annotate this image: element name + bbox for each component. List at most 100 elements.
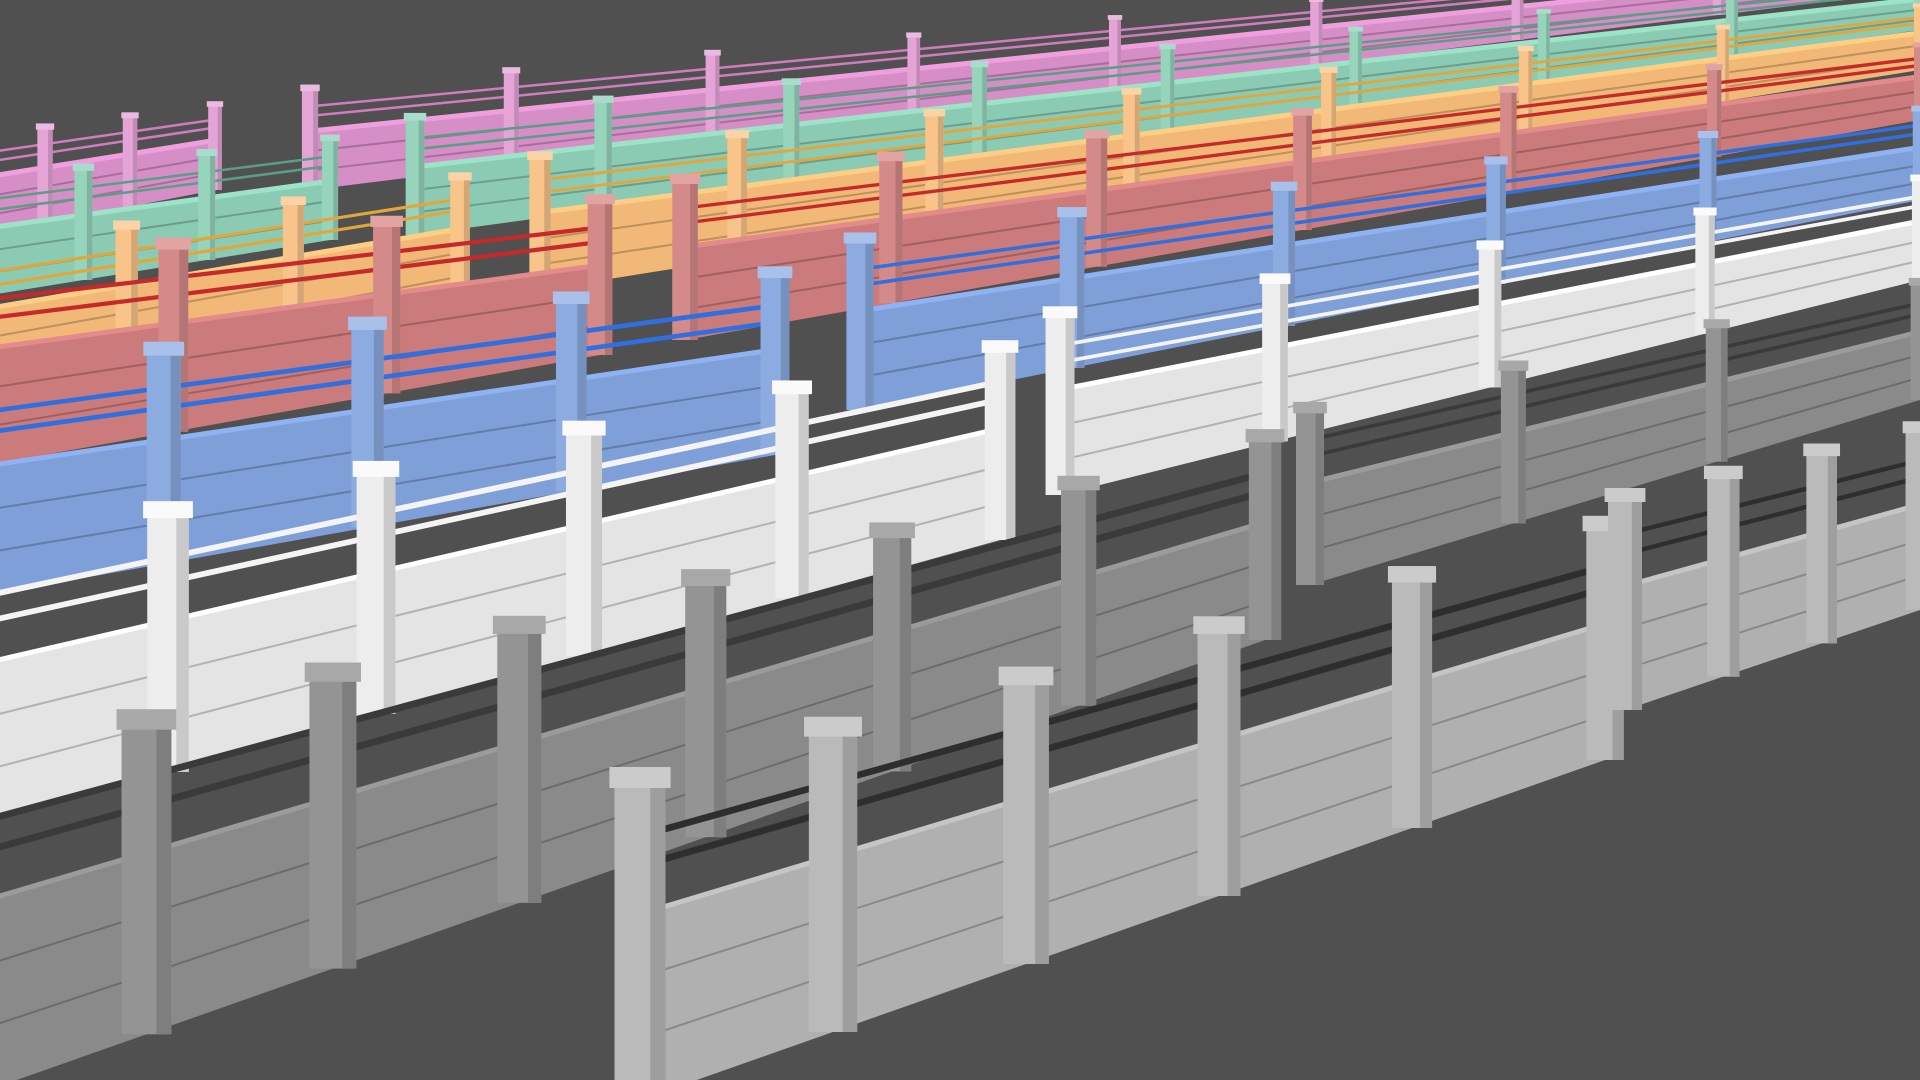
post-cap [1293,401,1327,414]
post-cap [403,112,427,121]
post-cap [502,67,521,74]
post-cap [1259,273,1291,284]
post-cap [843,232,877,244]
post-cap [876,151,905,162]
post-shadow-side [383,472,396,714]
post-cap [1107,15,1123,20]
post-shadow-side [1100,135,1108,267]
post-shadow-side [176,513,189,772]
post-cap [804,716,862,737]
post-cap [492,615,546,634]
post-cap [1057,207,1087,218]
post-cap [1703,319,1730,329]
post-cap [1057,475,1100,491]
post-shadow-side [528,628,542,903]
post-shadow-side [514,71,519,165]
post-shadow-side [1065,314,1075,495]
post-shadow-side [210,154,216,260]
post-shadow-side [1315,410,1325,585]
fence-post [1911,179,1920,280]
post-shadow-side [392,223,401,394]
post-shadow-side [1170,47,1175,133]
fence-post [1910,283,1920,400]
post-shadow-side [342,676,357,969]
post-shadow-side [132,116,138,207]
post-shadow-side [1006,349,1016,540]
post-cap [552,291,590,305]
post-cap [1498,360,1529,371]
post-shadow-side [1358,30,1362,107]
post-shadow-side [650,782,666,1080]
post-cap [1536,9,1551,14]
post-cap [1319,66,1338,73]
post-cap [116,709,177,730]
post-shadow-side [982,65,987,159]
post-shadow-side [1271,438,1282,640]
post-cap [155,237,192,250]
post-shadow-side [1117,18,1121,91]
post-cap [1348,26,1364,32]
post-cap [1912,3,1920,8]
post-cap [704,49,721,56]
post-shadow-side [1331,71,1337,165]
post-cap [1703,465,1743,480]
post-cap [1309,0,1324,2]
post-cap [869,522,916,539]
post-shadow-side [842,730,858,1032]
post-shadow-side [1085,486,1097,706]
post-cap [143,341,185,356]
post-cap [998,666,1054,686]
post-cap [1193,616,1245,634]
post-cap [206,101,224,107]
post-cap [527,151,553,160]
post-cap [1159,43,1176,50]
post-cap [725,130,749,139]
post-cap [1498,86,1519,93]
post-cap [1245,429,1285,443]
post-shadow-side [1280,280,1288,442]
post-cap [757,266,793,279]
post-cap [300,84,320,92]
post-shadow-side [794,83,800,184]
post-cap [1042,306,1078,319]
post-shadow-side [1420,577,1433,828]
post-cap [1715,24,1731,30]
post-cap [72,163,95,171]
post-shadow-side [1528,49,1533,133]
post-cap [781,78,801,85]
post-cap [196,149,217,156]
post-cap [113,220,141,230]
post-cap [681,569,731,587]
post-cap [669,173,701,184]
post-cap [1912,42,1920,48]
post-cap [1908,277,1920,286]
post-cap [772,380,812,395]
post-cap [143,501,193,519]
post-cap [1604,488,1646,502]
post-cap [1803,443,1841,457]
post-cap [320,134,340,142]
post-shadow-side [606,100,612,210]
post-cap [1270,181,1298,191]
post-cap [1484,156,1508,165]
post-shadow-side [1035,679,1049,964]
post-cap [1476,240,1504,250]
post-cap [35,123,55,130]
post-cap [981,340,1019,353]
post-cap [906,32,922,38]
post-cap [1084,129,1110,139]
post-shadow-side [1721,325,1728,462]
post-cap [1911,105,1920,112]
post-shadow-side [713,581,727,838]
post-shadow-side [1511,90,1517,194]
post-cap [348,316,387,330]
post-cap [592,95,614,103]
post-shadow-side [1631,498,1642,710]
post-shadow-side [156,723,172,1035]
post-shadow-side [217,105,222,190]
post-cap [1902,421,1920,434]
post-shadow-side [715,53,720,140]
post-shadow-side [313,89,319,190]
post-shadow-side [1227,628,1241,896]
post-shadow-side [1708,213,1715,334]
